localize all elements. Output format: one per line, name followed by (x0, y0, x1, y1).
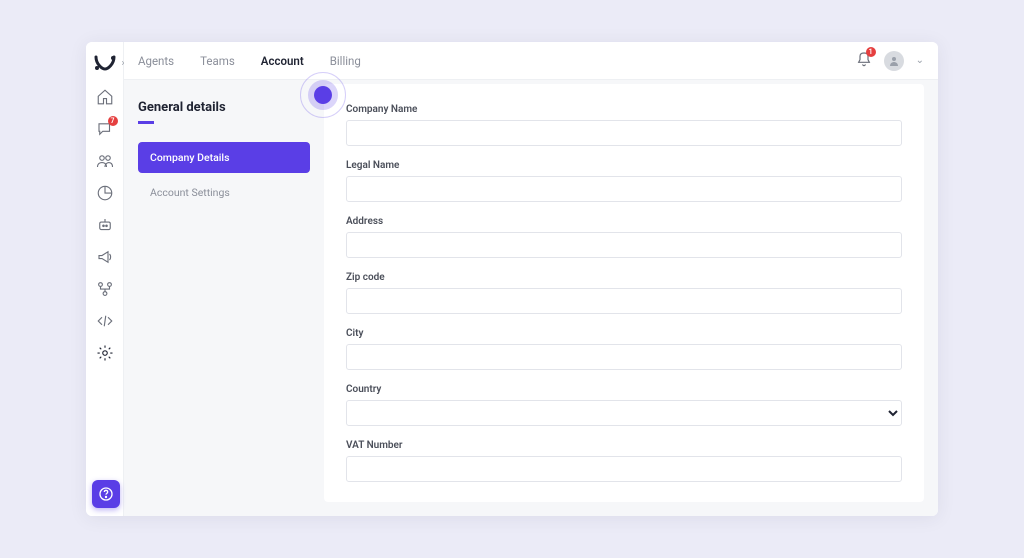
form-panel: Company Name Legal Name Address Zip code… (324, 84, 924, 502)
code-icon[interactable] (94, 310, 116, 332)
help-button[interactable] (92, 480, 120, 508)
label-country: Country (346, 384, 902, 395)
input-company-name[interactable] (346, 120, 902, 146)
input-zip-code[interactable] (346, 288, 902, 314)
notifications-badge: 1 (866, 47, 876, 57)
tab-teams[interactable]: Teams (200, 54, 235, 68)
home-icon[interactable] (94, 86, 116, 108)
main-area: Agents Teams Account Billing 1 ⌄ General… (124, 42, 938, 516)
select-country[interactable] (346, 400, 902, 426)
app-logo[interactable]: › (91, 50, 119, 76)
field-vat-number: VAT Number (346, 440, 902, 482)
input-vat-number[interactable] (346, 456, 902, 482)
sidebar-item-company-details[interactable]: Company Details (138, 142, 310, 173)
tab-account[interactable]: Account (261, 54, 304, 68)
label-city: City (346, 328, 902, 339)
chat-icon[interactable]: 7 (94, 118, 116, 140)
title-underline (138, 121, 154, 124)
tab-agents[interactable]: Agents (138, 54, 174, 68)
field-country: Country (346, 384, 902, 426)
page-title: General details (138, 100, 310, 115)
field-zip-code: Zip code (346, 272, 902, 314)
field-city: City (346, 328, 902, 370)
input-address[interactable] (346, 232, 902, 258)
notifications-button[interactable]: 1 (856, 51, 872, 71)
label-vat-number: VAT Number (346, 440, 902, 451)
app-shell: › 7 Agents Teams Account Billing 1 (86, 42, 938, 516)
chat-badge: 7 (108, 116, 118, 126)
label-legal-name: Legal Name (346, 160, 902, 171)
input-city[interactable] (346, 344, 902, 370)
settings-icon[interactable] (94, 342, 116, 364)
sidebar-item-account-settings[interactable]: Account Settings (138, 177, 310, 208)
field-company-name: Company Name (346, 104, 902, 146)
avatar[interactable] (884, 51, 904, 71)
top-tabs: Agents Teams Account Billing 1 ⌄ (124, 42, 938, 80)
label-address: Address (346, 216, 902, 227)
section-sidebar: General details Company Details Account … (124, 80, 324, 516)
content-row: General details Company Details Account … (124, 80, 938, 516)
label-company-name: Company Name (346, 104, 902, 115)
people-icon[interactable] (94, 150, 116, 172)
bot-icon[interactable] (94, 214, 116, 236)
megaphone-icon[interactable] (94, 246, 116, 268)
label-zip-code: Zip code (346, 272, 902, 283)
input-legal-name[interactable] (346, 176, 902, 202)
tab-billing[interactable]: Billing (330, 54, 361, 68)
field-legal-name: Legal Name (346, 160, 902, 202)
flow-icon[interactable] (94, 278, 116, 300)
field-address: Address (346, 216, 902, 258)
topbar-right: 1 ⌄ (856, 51, 924, 71)
left-rail: › 7 (86, 42, 124, 516)
pie-icon[interactable] (94, 182, 116, 204)
user-menu-caret[interactable]: ⌄ (916, 55, 924, 66)
